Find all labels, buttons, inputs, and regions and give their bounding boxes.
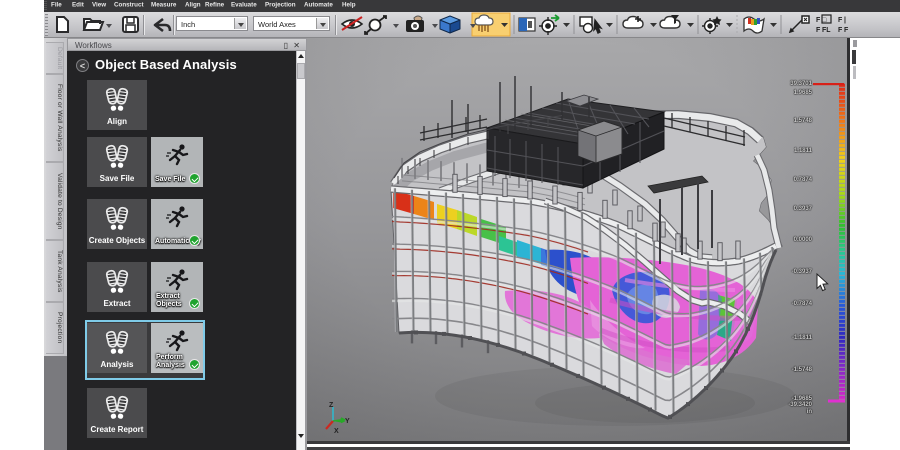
svg-text:Z: Z xyxy=(329,402,334,409)
svg-text:X: X xyxy=(334,428,339,435)
svg-text:Y: Y xyxy=(345,418,350,425)
svg-text:F: F xyxy=(816,27,821,34)
svg-text:|: | xyxy=(844,17,846,24)
svg-text:F: F xyxy=(844,27,849,34)
svg-text:F: F xyxy=(838,27,843,34)
svg-text:F: F xyxy=(838,17,843,24)
svg-text:F: F xyxy=(816,17,821,24)
svg-text:FL: FL xyxy=(822,27,831,34)
